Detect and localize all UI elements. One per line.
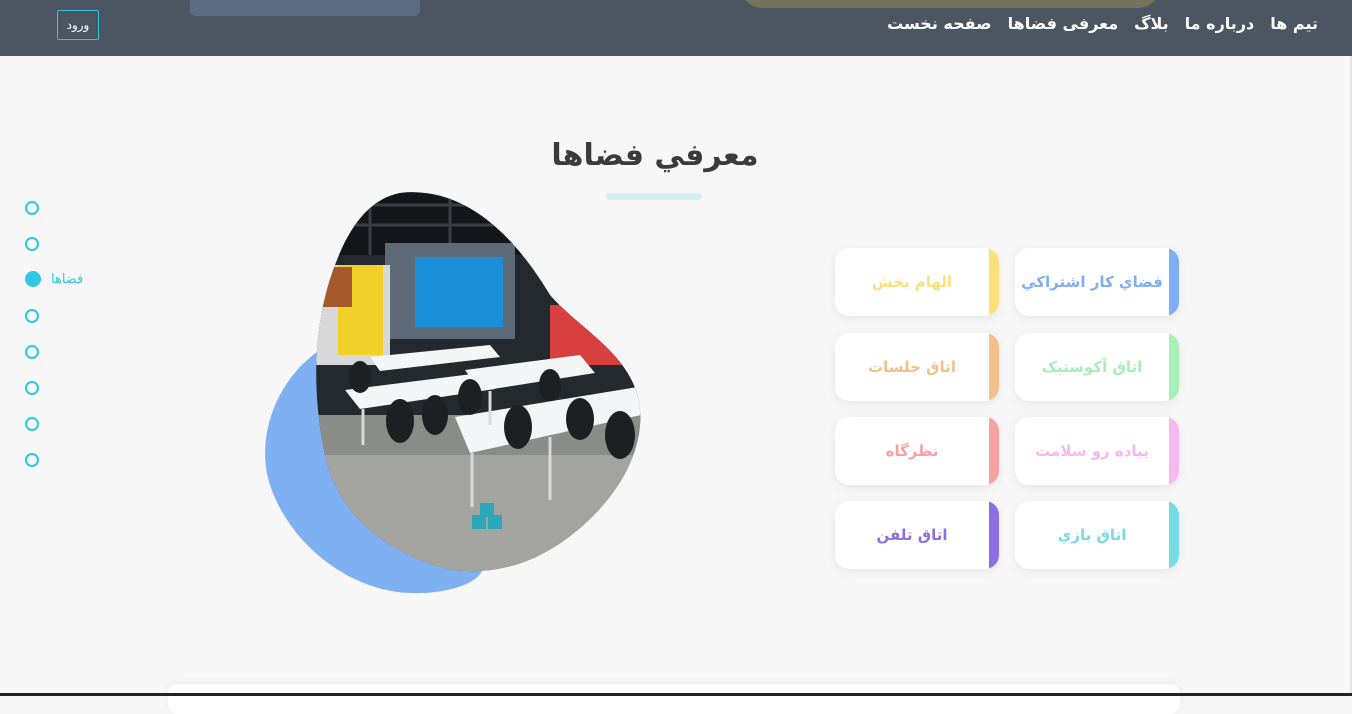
dot-icon <box>25 381 39 395</box>
dot-active-icon <box>25 271 41 287</box>
main-nav: صفحه نخست معرفی فضاها بلاگ درباره ما تیم… <box>887 14 1318 33</box>
top-header: صفحه نخست معرفی فضاها بلاگ درباره ما تیم… <box>0 0 1352 56</box>
dot-icon <box>25 345 39 359</box>
nav-spaces[interactable]: معرفی فضاها <box>1008 14 1118 33</box>
card-label: پياده رو سلامت <box>1035 442 1149 460</box>
card-meeting-room[interactable]: اتاق جلسات <box>835 333 999 401</box>
dot-nav-label: فضاها <box>51 271 84 287</box>
card-accent-bar <box>989 333 999 401</box>
card-label: الهام بخش <box>871 273 953 291</box>
dot-nav-item-spaces[interactable]: فضاها <box>25 270 83 288</box>
card-inspiring[interactable]: الهام بخش <box>835 248 999 316</box>
next-section-card <box>168 684 1180 714</box>
login-button[interactable]: ورود <box>57 10 99 40</box>
dot-nav-item[interactable] <box>25 199 39 217</box>
card-accent-bar <box>1169 333 1179 401</box>
nav-blog[interactable]: بلاگ <box>1134 14 1169 33</box>
card-label: اتاق تلفن <box>876 526 948 544</box>
card-health-walkway[interactable]: پياده رو سلامت <box>1015 417 1179 485</box>
header-banner-image <box>740 0 1160 8</box>
card-accent-bar <box>989 417 999 485</box>
card-accent-bar <box>1169 417 1179 485</box>
card-label: فضاي كار اشتراكي <box>1021 273 1163 291</box>
card-game-room[interactable]: اتاق بازي <box>1015 501 1179 569</box>
space-cards-grid: فضاي كار اشتراكي الهام بخش اتاق آكوستيک … <box>835 248 1180 573</box>
card-label: اتاق آكوستيک <box>1041 358 1143 376</box>
card-accent-bar <box>989 248 999 316</box>
dot-nav-item[interactable] <box>25 307 39 325</box>
card-label: نظرگاه <box>885 442 939 460</box>
header-banner-image <box>190 0 420 16</box>
card-label: اتاق بازي <box>1057 526 1127 544</box>
dot-icon <box>25 309 39 323</box>
dot-icon <box>25 237 39 251</box>
section-dots-nav: فضاها <box>25 199 145 469</box>
dot-nav-item[interactable] <box>25 343 39 361</box>
card-accent-bar <box>1169 248 1179 316</box>
dot-icon <box>25 417 39 431</box>
dot-nav-item[interactable] <box>25 235 39 253</box>
card-acoustic-room[interactable]: اتاق آكوستيک <box>1015 333 1179 401</box>
card-accent-bar <box>1169 501 1179 569</box>
dot-icon <box>25 453 39 467</box>
hero-illustration <box>265 192 641 594</box>
card-accent-bar <box>989 501 999 569</box>
card-phone-room[interactable]: اتاق تلفن <box>835 501 999 569</box>
nav-home[interactable]: صفحه نخست <box>887 14 992 33</box>
section-title: معرفي فضاها <box>551 138 759 173</box>
dot-nav-item[interactable] <box>25 415 39 433</box>
dot-icon <box>25 201 39 215</box>
dot-nav-item[interactable] <box>25 379 39 397</box>
card-label: اتاق جلسات <box>868 358 956 376</box>
nav-about[interactable]: درباره ما <box>1185 14 1255 33</box>
card-viewpoint[interactable]: نظرگاه <box>835 417 999 485</box>
card-coworking[interactable]: فضاي كار اشتراكي <box>1015 248 1179 316</box>
nav-teams[interactable]: تیم ها <box>1270 14 1318 33</box>
dot-nav-item[interactable] <box>25 451 39 469</box>
